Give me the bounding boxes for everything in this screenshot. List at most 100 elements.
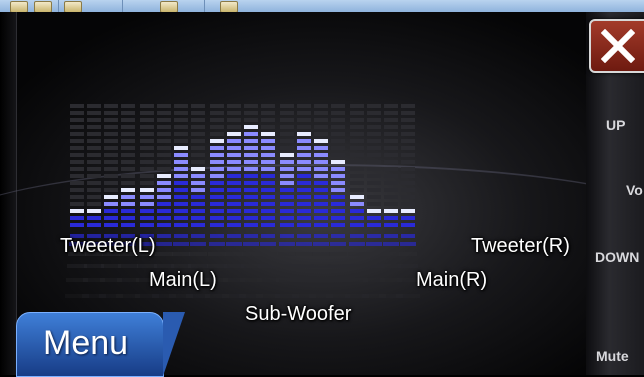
eq-segment [331,104,345,108]
eq-segment [210,160,224,164]
eq-segment [331,216,345,220]
channel-label-tweeter-right[interactable]: Tweeter(R) [471,235,570,258]
eq-segment [191,167,205,171]
eq-segment [227,132,241,136]
eq-segment [297,125,311,129]
eq-segment [280,111,294,115]
volume-down-button[interactable]: DOWN [595,249,639,265]
eq-reflection-segment [314,234,328,238]
eq-segment [261,181,275,185]
eq-segment [401,174,415,178]
eq-segment [261,202,275,206]
eq-segment [174,223,188,227]
eq-segment [104,111,118,115]
eq-segment [261,132,275,136]
eq-reflection-segment [327,278,349,282]
volume-up-button[interactable]: UP [606,117,625,133]
eq-segment [121,160,135,164]
eq-segment [261,188,275,192]
eq-reflection-segment [173,242,189,246]
eq-segment [104,146,118,150]
close-button[interactable] [589,19,644,73]
eq-segment [104,153,118,157]
eq-segment [384,160,398,164]
eq-segment [191,202,205,206]
mute-button[interactable]: Mute [596,348,629,364]
eq-segment [157,125,171,129]
eq-segment [350,181,364,185]
eq-segment [104,139,118,143]
eq-segment [121,174,135,178]
eq-segment [367,146,381,150]
eq-segment [157,209,171,213]
eq-segment [367,132,381,136]
eq-segment [261,146,275,150]
channel-label-main-left[interactable]: Main(L) [149,269,217,292]
menu-button[interactable]: Menu [16,312,185,377]
eq-segment [297,111,311,115]
eq-segment [367,118,381,122]
eq-segment [210,223,224,227]
eq-reflection-segment [328,264,348,268]
eq-segment [331,160,345,164]
eq-segment [210,167,224,171]
eq-reflection-segment [399,252,417,256]
eq-segment [157,111,171,115]
eq-segment [174,139,188,143]
eq-reflection-segment [156,242,172,246]
eq-segment [367,216,381,220]
close-icon [601,29,635,63]
eq-segment [227,188,241,192]
eq-segment [314,125,328,129]
eq-segment [140,160,154,164]
eq-segment [297,153,311,157]
eq-segment [121,181,135,185]
eq-segment [297,160,311,164]
eq-segment [191,146,205,150]
eq-segment [191,104,205,108]
eq-segment [227,202,241,206]
eq-segment [401,195,415,199]
eq-segment [280,202,294,206]
eq-segment [350,223,364,227]
eq-reflection-segment [329,252,347,256]
eq-reflection-segment [118,264,138,268]
eq-reflection-segment [244,234,258,238]
eq-segment [157,132,171,136]
eq-reflection-segment [396,294,420,298]
eq-segment [210,139,224,143]
eq-segment [157,188,171,192]
eq-segment [87,216,101,220]
eq-reflection-segment [366,242,382,246]
channel-label-tweeter-left[interactable]: Tweeter(L) [60,235,156,258]
eq-segment [244,209,258,213]
eq-segment [297,146,311,150]
eq-segment [191,125,205,129]
eq-segment [280,216,294,220]
eq-segment [70,104,84,108]
eq-reflection-segment [312,252,330,256]
channel-label-main-right[interactable]: Main(R) [416,269,487,292]
eq-reflection-segment [280,234,294,238]
eq-segment [297,209,311,213]
eq-segment [104,202,118,206]
eq-segment [384,174,398,178]
eq-segment [174,118,188,122]
eq-segment [297,118,311,122]
eq-segment [121,188,135,192]
channel-label-sub-woofer[interactable]: Sub-Woofer [245,303,351,326]
eq-segment [87,125,101,129]
eq-segment [401,104,415,108]
eq-segment [244,118,258,122]
eq-segment [350,160,364,164]
eq-segment [261,153,275,157]
eq-segment [191,223,205,227]
eq-segment [227,223,241,227]
eq-segment [297,174,311,178]
eq-segment [297,216,311,220]
eq-segment [121,195,135,199]
eq-segment [227,160,241,164]
eq-reflection-segment [330,242,346,246]
eq-reflection-segment [210,234,224,238]
eq-reflection-segment [189,252,207,256]
